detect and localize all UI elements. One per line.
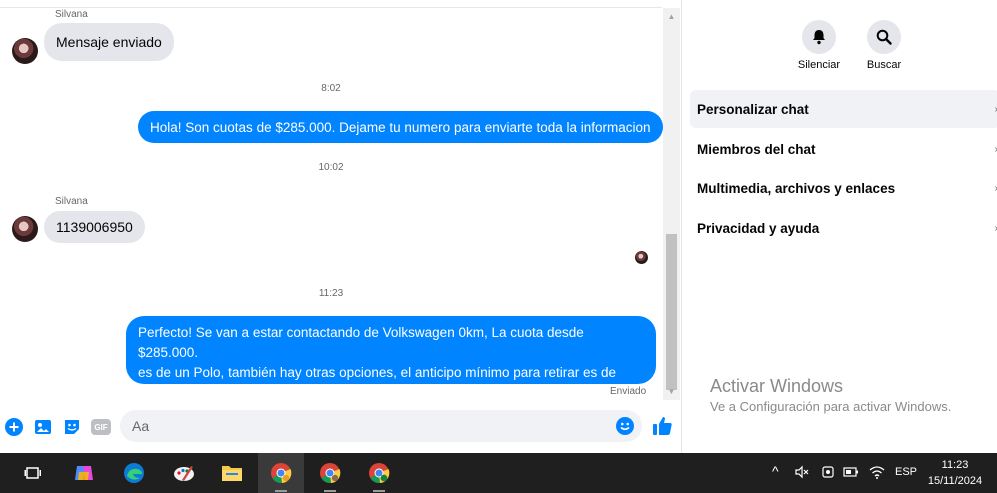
menu-item-label: Personalizar chat xyxy=(697,101,809,117)
file-explorer-icon[interactable] xyxy=(209,453,255,493)
outgoing-message[interactable]: Perfecto! Se van a estar contactando de … xyxy=(126,316,656,400)
plus-icon[interactable] xyxy=(4,417,24,437)
message-line: es de un Polo, también hay otras opcione… xyxy=(138,365,617,380)
message-line: Perfecto! Se van a estar contactando de … xyxy=(138,325,584,360)
message-input[interactable] xyxy=(132,416,612,436)
volume-muted-icon[interactable] xyxy=(795,465,809,482)
sticker-icon[interactable] xyxy=(62,417,82,437)
timestamp: 11:23 xyxy=(318,288,344,299)
scrollbar-thumb[interactable] xyxy=(666,234,677,390)
chat-scrollbar[interactable]: ▲ ▼ xyxy=(663,8,680,400)
search-icon xyxy=(867,20,901,54)
search-label: Buscar xyxy=(866,59,902,71)
outgoing-message[interactable]: Hola! Son cuotas de $285.000. Dejame tu … xyxy=(138,111,663,143)
timestamp: 8:02 xyxy=(321,83,341,94)
watermark-title: Activar Windows xyxy=(710,376,844,396)
menu-item-label: Privacidad y ayuda xyxy=(697,220,820,236)
message-sender: Silvana xyxy=(55,9,88,20)
task-view-icon[interactable] xyxy=(10,453,56,493)
like-icon[interactable] xyxy=(651,415,673,437)
chrome-profile-t-icon[interactable] xyxy=(356,453,402,493)
edge-icon[interactable] xyxy=(111,453,157,493)
chrome-profile-icon[interactable] xyxy=(307,453,353,493)
gif-label: GIF xyxy=(94,422,108,432)
delivery-status: Enviado xyxy=(610,386,647,397)
copilot-icon[interactable] xyxy=(61,453,107,493)
emoji-icon[interactable] xyxy=(616,417,634,435)
search-button[interactable]: Buscar xyxy=(854,20,914,71)
watermark-subtitle: Ve a Configuración para activar Windows. xyxy=(710,399,952,414)
mute-button[interactable]: Silenciar xyxy=(789,20,849,71)
mute-label: Silenciar xyxy=(797,59,841,71)
clock-time: 11:23 xyxy=(941,459,969,471)
timestamp: 10:02 xyxy=(318,162,344,173)
menu-privacy-help[interactable]: Privacidad y ayuda › xyxy=(690,209,997,247)
chat-pane: Silvana Mensaje enviado 8:02 Hola! Son c… xyxy=(0,0,682,453)
paint-icon[interactable] xyxy=(161,453,207,493)
menu-item-label: Multimedia, archivos y enlaces xyxy=(697,180,896,196)
scroll-up-icon[interactable]: ▲ xyxy=(663,8,680,25)
message-input-box[interactable] xyxy=(120,410,642,442)
bell-icon xyxy=(802,20,836,54)
menu-item-label: Miembros del chat xyxy=(697,141,816,157)
seen-avatar xyxy=(635,251,648,264)
taskbar: ^ ESP 11:23 15/11/2024 xyxy=(0,453,997,493)
incoming-message[interactable]: 1139006950 xyxy=(44,211,145,243)
message-sender: Silvana xyxy=(55,196,88,207)
camera-icon[interactable] xyxy=(821,465,835,482)
wifi-icon[interactable] xyxy=(869,465,885,482)
menu-customize-chat[interactable]: Personalizar chat › xyxy=(690,90,997,128)
show-hidden-icons[interactable]: ^ xyxy=(772,463,779,479)
activate-windows-watermark: Activar Windows Ve a Configuración para … xyxy=(710,376,951,414)
clock[interactable]: 11:23 15/11/2024 xyxy=(918,457,992,489)
scroll-down-icon[interactable]: ▼ xyxy=(663,383,680,400)
chrome-icon[interactable] xyxy=(258,453,304,493)
battery-icon[interactable] xyxy=(843,465,859,482)
message-line: $7.182.000. Cuándo podes hablar? A la ma… xyxy=(138,385,507,400)
chat-top-divider xyxy=(0,0,662,8)
avatar[interactable] xyxy=(12,216,38,242)
gif-icon[interactable]: GIF xyxy=(91,417,111,437)
avatar[interactable] xyxy=(12,38,38,64)
menu-chat-members[interactable]: Miembros del chat › xyxy=(690,130,997,168)
photo-icon[interactable] xyxy=(33,417,53,437)
clock-date: 15/11/2024 xyxy=(927,475,983,487)
language-indicator[interactable]: ESP xyxy=(895,466,917,478)
menu-media-files-links[interactable]: Multimedia, archivos y enlaces › xyxy=(690,169,997,207)
incoming-message[interactable]: Mensaje enviado xyxy=(44,23,174,61)
